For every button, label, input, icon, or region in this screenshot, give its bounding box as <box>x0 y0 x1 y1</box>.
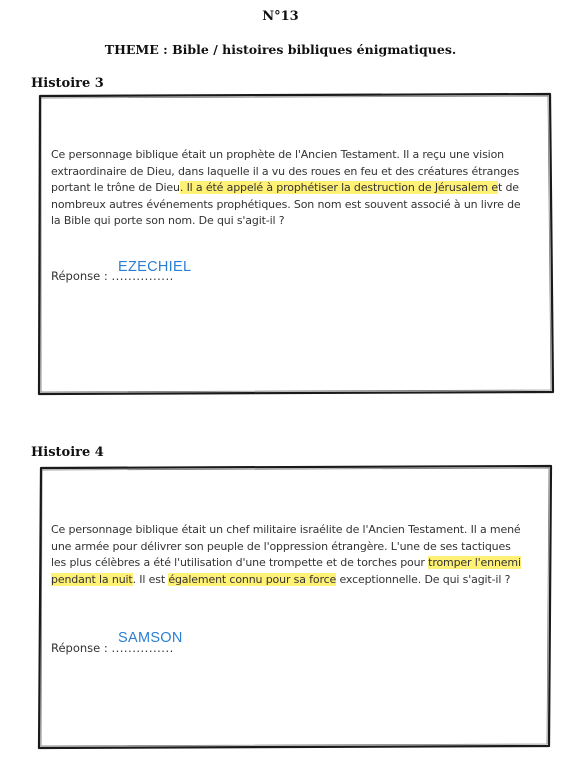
story-title-4: Histoire 4 <box>31 445 104 460</box>
highlighted-text: également connu pour sa force <box>168 572 337 586</box>
answer-text-3: EZECHIEL <box>118 259 192 275</box>
story-text-part: exceptionnelle. De qui s'agit-il ? <box>336 572 511 586</box>
highlighted-text: . Il a été appelé à prophétiser la destr… <box>179 181 498 194</box>
hand-drawn-frame <box>37 92 555 396</box>
story-title-3: Histoire 3 <box>31 76 104 91</box>
story-frame-3 <box>36 92 556 397</box>
document-theme: THEME : Bible / histoires bibliques énig… <box>104 42 457 57</box>
story-text-4: Ce personnage biblique était un chef mil… <box>51 522 521 588</box>
story-text-3: Ce personnage biblique était un prophète… <box>51 147 521 230</box>
hand-drawn-frame <box>37 464 553 750</box>
story-frame-4 <box>36 464 556 750</box>
answer-text-4: SAMSON <box>118 630 183 646</box>
answer-label: Réponse : <box>51 641 108 655</box>
story-text-part: . Il est <box>132 572 169 586</box>
document-number: N°13 <box>262 9 299 24</box>
answer-label: Réponse : <box>51 269 108 283</box>
